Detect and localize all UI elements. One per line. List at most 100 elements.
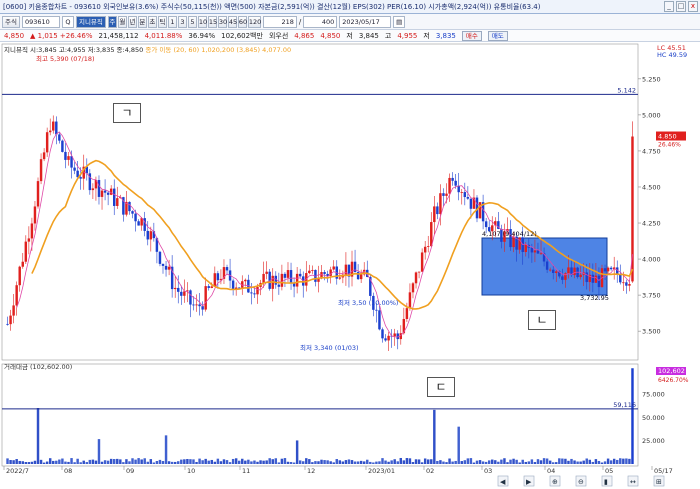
- candle-body: [189, 290, 192, 305]
- volume-bar: [192, 459, 195, 464]
- volume-bar: [177, 461, 180, 464]
- volume-bar: [521, 459, 524, 464]
- volume-bar: [67, 461, 70, 464]
- volume-bar: [460, 461, 463, 464]
- date-input[interactable]: 2023/05/17: [339, 15, 392, 28]
- x-tick-label: 02: [426, 467, 434, 475]
- period-tab-45[interactable]: 45: [227, 15, 237, 28]
- period-tab-분[interactable]: 분: [137, 15, 147, 28]
- period-tab-3[interactable]: 3: [177, 15, 187, 28]
- period-tab-년[interactable]: 년: [127, 15, 137, 28]
- quote-bar: 4,850 ▲ 1,015 +26.46% 21,458,112 4,011.8…: [0, 30, 700, 42]
- box-low-annotation: 3,732.95: [580, 294, 609, 302]
- volume-bar: [106, 460, 110, 464]
- candle-body: [106, 192, 110, 195]
- candle-body: [591, 274, 595, 283]
- volume-bar: [594, 459, 598, 464]
- search-icon[interactable]: Q: [61, 15, 74, 28]
- count-input[interactable]: 218: [262, 15, 297, 28]
- volume-bar: [420, 462, 424, 464]
- stock-code-input[interactable]: 093610: [21, 15, 60, 28]
- period-tab-10[interactable]: 10: [197, 15, 207, 28]
- minimize-button[interactable]: _: [664, 1, 674, 12]
- volume-bar: [472, 462, 476, 464]
- volume-bar: [314, 461, 317, 464]
- volume-bar: [494, 460, 497, 464]
- sell-button[interactable]: 매도: [487, 30, 508, 41]
- period-tab-1[interactable]: 1: [167, 15, 177, 28]
- period-tab-30[interactable]: 30: [217, 15, 227, 28]
- volume-bar: [116, 458, 119, 464]
- period-tab-초[interactable]: 초: [147, 15, 157, 28]
- volume-bar: [515, 459, 518, 464]
- volume-bar: [149, 459, 153, 464]
- close-button[interactable]: x: [688, 1, 698, 12]
- candle-body: [454, 180, 457, 186]
- period-tab-15[interactable]: 15: [207, 15, 217, 28]
- volume-bar: [201, 460, 204, 464]
- volume-ratio: 4,011.88%: [144, 31, 183, 40]
- legend-stock-name: 지니뮤직: [4, 46, 28, 54]
- volume-bar: [545, 458, 549, 464]
- candle-body: [134, 213, 137, 222]
- candle-body: [384, 338, 387, 341]
- candle-body: [161, 263, 165, 266]
- volume-bar: [152, 462, 156, 464]
- marker-label-3: ㄷ: [427, 377, 455, 397]
- buy-button[interactable]: 매수: [461, 30, 482, 41]
- nav-icon: ↔: [630, 478, 636, 486]
- marker-label-1: ㄱ: [113, 103, 141, 123]
- maximize-button[interactable]: □: [676, 1, 686, 12]
- volume-bar: [186, 458, 189, 464]
- period-tab-60[interactable]: 60: [237, 15, 247, 28]
- x-tick-label: 09: [126, 467, 134, 475]
- volume-bar: [259, 460, 262, 464]
- volume-bar: [481, 461, 485, 464]
- stock-type-button[interactable]: 주식: [2, 15, 20, 28]
- nav-icon: ⊖: [578, 478, 584, 486]
- candle-body: [173, 287, 177, 290]
- volume-bar: [548, 460, 552, 464]
- candle-body: [143, 218, 146, 231]
- nav-icon: ⊕: [552, 478, 558, 486]
- volume-bar: [308, 459, 311, 464]
- y-tick-label: 3.750: [642, 292, 661, 300]
- candle-body: [332, 266, 335, 270]
- candle-body: [308, 270, 311, 274]
- candle-body: [283, 273, 287, 278]
- volume-bar: [6, 458, 9, 464]
- x-tick-label: 03: [484, 467, 492, 475]
- volume-bar: [12, 460, 15, 464]
- price-chart[interactable]: 5.250 5.000 4.750 4.500 4.250 4.000 3.750 3.500…: [0, 42, 700, 489]
- y-tick-label: 5.250: [642, 75, 661, 83]
- volume-bar: [18, 460, 21, 464]
- volume-bar: [143, 458, 146, 464]
- volume-bar: [237, 460, 241, 464]
- period-tab-틱[interactable]: 틱: [157, 15, 167, 28]
- volume-bar: [317, 461, 320, 464]
- volume-bar: [335, 459, 338, 464]
- period-tab-5[interactable]: 5: [187, 15, 197, 28]
- volume-bar: [469, 458, 473, 464]
- volume-bar: [274, 458, 278, 464]
- candle-body: [338, 277, 342, 279]
- candle-body: [58, 134, 61, 141]
- volume-bar: [58, 459, 61, 464]
- high-value: 4,955: [397, 31, 418, 40]
- volume-bar: [216, 458, 220, 464]
- volume-bar: [302, 461, 305, 464]
- menu-icon[interactable]: ▤: [393, 15, 406, 28]
- period-tab-120[interactable]: 120: [247, 15, 261, 28]
- volume-bar: [295, 440, 299, 464]
- volume-bar: [466, 458, 470, 464]
- x-tick-label: 11: [242, 467, 250, 475]
- period-tab-월[interactable]: 월: [117, 15, 127, 28]
- candle-body: [24, 241, 28, 262]
- volume-bar: [582, 460, 585, 464]
- volume-bar: [52, 460, 55, 464]
- x-tick-label: 2022/7: [6, 467, 29, 475]
- chart-area[interactable]: 5.250 5.000 4.750 4.500 4.250 4.000 3.750 3.500…: [0, 42, 700, 489]
- period-tab-주[interactable]: 주: [107, 15, 117, 28]
- candle-body: [36, 181, 40, 207]
- volume-bar: [36, 408, 40, 464]
